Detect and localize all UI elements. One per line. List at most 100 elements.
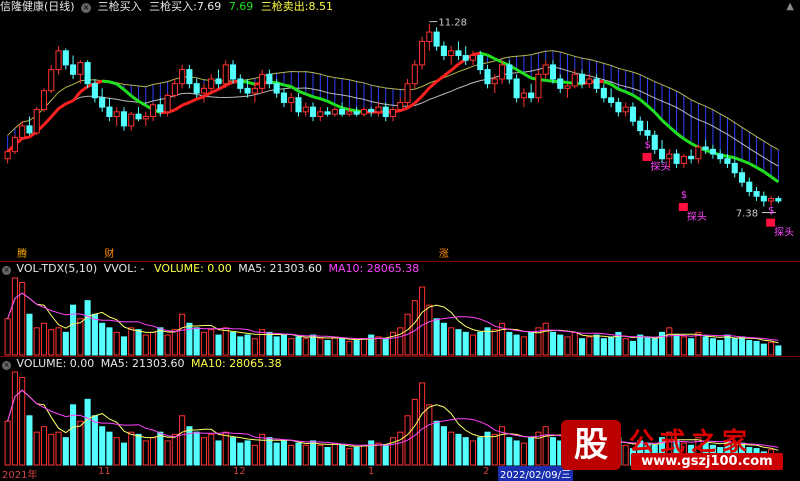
volume-tdx-bar [580, 339, 585, 355]
candle-body [143, 117, 148, 119]
candle-body [209, 79, 214, 88]
volume-tdx-bar [536, 328, 541, 355]
volume-tdx-bar [12, 278, 17, 355]
volume-tdx-bar [572, 332, 577, 355]
candle-body [616, 102, 621, 111]
volume-bar [187, 427, 192, 465]
volume-bar [129, 432, 134, 465]
trend-line-segment [335, 105, 342, 108]
volume-tdx-bar [398, 328, 403, 355]
candle-body [645, 131, 650, 136]
volume-tdx-bar [5, 319, 10, 355]
volume-bar [274, 443, 279, 465]
volume-bar [550, 438, 555, 465]
volume-bar [34, 432, 39, 465]
volume-tdx-bar [223, 328, 228, 355]
candle-body [172, 84, 177, 96]
volume-tdx-bar [761, 344, 766, 355]
volume-bar [49, 434, 54, 465]
candle-body [100, 98, 105, 107]
volume-bar [252, 445, 257, 465]
trend-line-segment [408, 103, 415, 108]
trend-line-segment [320, 99, 327, 102]
candle-body [434, 32, 439, 46]
volume-bar [456, 434, 461, 465]
candle-body [507, 65, 512, 79]
trend-line-segment [524, 74, 531, 78]
volume-tdx-bar [689, 339, 694, 355]
stock-chart[interactable]: 11.287.38$探头$探头$探头腾财涨 [0, 0, 800, 479]
volume-bar [529, 438, 534, 465]
signal-label: 探头 [650, 160, 670, 173]
volume-bar [507, 438, 512, 465]
candle-body [71, 65, 76, 74]
candle-body [529, 93, 534, 98]
volume-tdx-bar [543, 323, 548, 355]
bottom-marker: 腾 [17, 247, 27, 260]
candle-body [340, 109, 345, 114]
candle-body [470, 56, 475, 61]
candle-body [107, 107, 112, 116]
volume-bar [209, 434, 214, 465]
volume-tdx-bar [630, 341, 635, 355]
volume-bar [165, 441, 170, 465]
volume-tdx-bar [303, 339, 308, 355]
volume-tdx-bar [492, 330, 497, 355]
dollar-marker: $ [681, 190, 687, 201]
volume-bar [434, 421, 439, 465]
candle-body [420, 41, 425, 64]
volume-tdx-bar [151, 332, 156, 355]
watermark-url: www.gszj100.com [631, 453, 783, 470]
trend-line-segment [618, 89, 625, 92]
volume-tdx-bar [172, 330, 177, 355]
candle-body [761, 196, 766, 201]
candle-body [558, 79, 563, 88]
volume-bar [289, 445, 294, 465]
candle-body [681, 156, 686, 163]
volume-bar [463, 438, 468, 465]
volume-tdx-bar [383, 339, 388, 355]
volume-tdx-bar [216, 335, 221, 355]
trend-line-segment [749, 163, 756, 167]
candle-body [449, 51, 454, 56]
trend-line-segment [44, 117, 51, 125]
volume-tdx-bar [187, 323, 192, 355]
trend-line-segment [51, 109, 58, 117]
candle-body [12, 138, 17, 152]
volume-bar [5, 421, 10, 465]
volume-tdx-bar [136, 330, 141, 355]
volume-tdx-bar [565, 337, 570, 355]
volume-bar [492, 434, 497, 465]
candle-body [34, 109, 39, 132]
candle-body [376, 107, 381, 112]
trend-line-segment [117, 84, 124, 90]
trend-line-segment [451, 64, 458, 70]
trend-line-segment [735, 158, 742, 161]
candle-body [56, 51, 61, 70]
trend-line-segment [640, 100, 647, 106]
candle-body [20, 126, 25, 138]
candle-body [85, 63, 90, 84]
volume-bar [478, 438, 483, 465]
volume-tdx-bar [129, 328, 134, 355]
volume-tdx-bar [449, 328, 454, 355]
trend-line-segment [109, 82, 116, 84]
candle-body [369, 109, 374, 111]
candle-body [252, 88, 257, 93]
volume-tdx-bar [310, 335, 315, 355]
candle-body [180, 70, 185, 84]
candle-body [514, 79, 519, 98]
trend-line-segment [626, 92, 633, 95]
volume-bar [318, 445, 323, 465]
volume-tdx-bar [354, 341, 359, 355]
volume-bar [412, 399, 417, 465]
candle-body [659, 149, 664, 158]
volume-bar [245, 441, 250, 465]
candle-body [27, 126, 32, 133]
volume-tdx-bar [652, 339, 657, 355]
candle-body [696, 147, 701, 159]
volume-tdx-bar [703, 337, 708, 355]
trend-line-segment [633, 95, 640, 99]
candle-body [296, 98, 301, 112]
candle-body [281, 93, 286, 102]
